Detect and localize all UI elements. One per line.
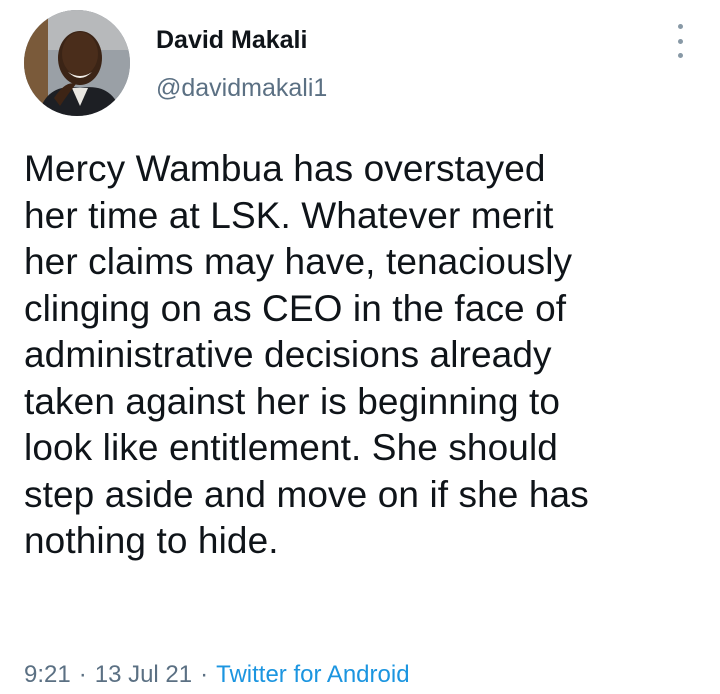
meta-separator: · (78, 661, 87, 688)
tweet-meta: 9:21 · 13 Jul 21 · Twitter for Android (24, 660, 410, 690)
tweet-date[interactable]: 13 Jul 21 (95, 661, 192, 688)
tweet-source-link[interactable]: Twitter for Android (216, 661, 409, 688)
tweet: David Makali @davidmakali1 Mercy Wambua … (0, 0, 720, 694)
tweet-author: David Makali @davidmakali1 (156, 24, 327, 104)
avatar-photo (24, 10, 130, 116)
more-dot (677, 38, 683, 44)
tweet-time[interactable]: 9:21 (24, 661, 71, 688)
author-display-name[interactable]: David Makali (156, 24, 327, 56)
tweet-text: Mercy Wambua has overstayed her time at … (24, 148, 589, 561)
meta-separator: · (200, 661, 209, 688)
avatar[interactable] (24, 10, 130, 116)
more-dot (677, 53, 683, 58)
author-handle[interactable]: @davidmakali1 (156, 72, 327, 104)
more-dot (677, 24, 683, 29)
more-vertical-icon[interactable] (674, 24, 686, 58)
